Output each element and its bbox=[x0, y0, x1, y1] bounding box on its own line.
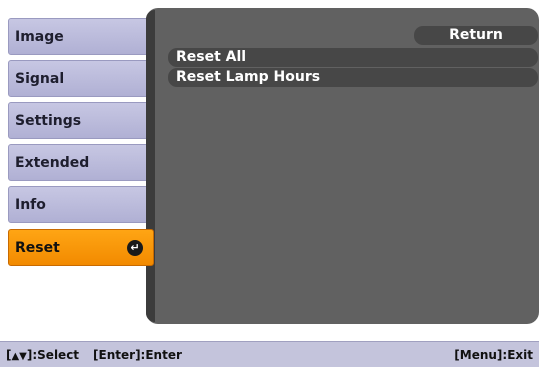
exit-hint: [Menu]:Exit bbox=[454, 347, 533, 362]
menu-item-settings[interactable]: Settings bbox=[8, 102, 154, 139]
menu-item-reset[interactable]: Reset ↵ bbox=[8, 229, 154, 266]
enter-hint: [Enter]:Enter bbox=[93, 347, 182, 362]
up-down-arrow-icon: ▲▼ bbox=[11, 350, 27, 362]
enter-icon: ↵ bbox=[127, 239, 143, 256]
menu-item-label: Reset bbox=[15, 239, 60, 256]
menu-item-label: Image bbox=[15, 28, 64, 45]
menu-item-label: Info bbox=[15, 196, 46, 213]
footer-hint-bar: [▲▼]:Select [Enter]:Enter [Menu]:Exit bbox=[0, 341, 539, 367]
menu-item-extended[interactable]: Extended bbox=[8, 144, 154, 181]
select-hint: [▲▼]:Select bbox=[6, 347, 80, 362]
menu-item-signal[interactable]: Signal bbox=[8, 60, 154, 97]
submenu-item-reset-lamp-hours[interactable]: Reset Lamp Hours bbox=[168, 68, 538, 87]
menu-item-label: Extended bbox=[15, 154, 90, 171]
menu-item-label: Signal bbox=[15, 70, 65, 87]
return-button[interactable]: Return bbox=[414, 26, 538, 45]
menu-item-info[interactable]: Info bbox=[8, 186, 154, 223]
menu-item-label: Settings bbox=[15, 112, 82, 129]
submenu-item-reset-all[interactable]: Reset All bbox=[168, 48, 538, 67]
panel-edge bbox=[146, 10, 155, 322]
menu-item-image[interactable]: Image bbox=[8, 18, 154, 55]
